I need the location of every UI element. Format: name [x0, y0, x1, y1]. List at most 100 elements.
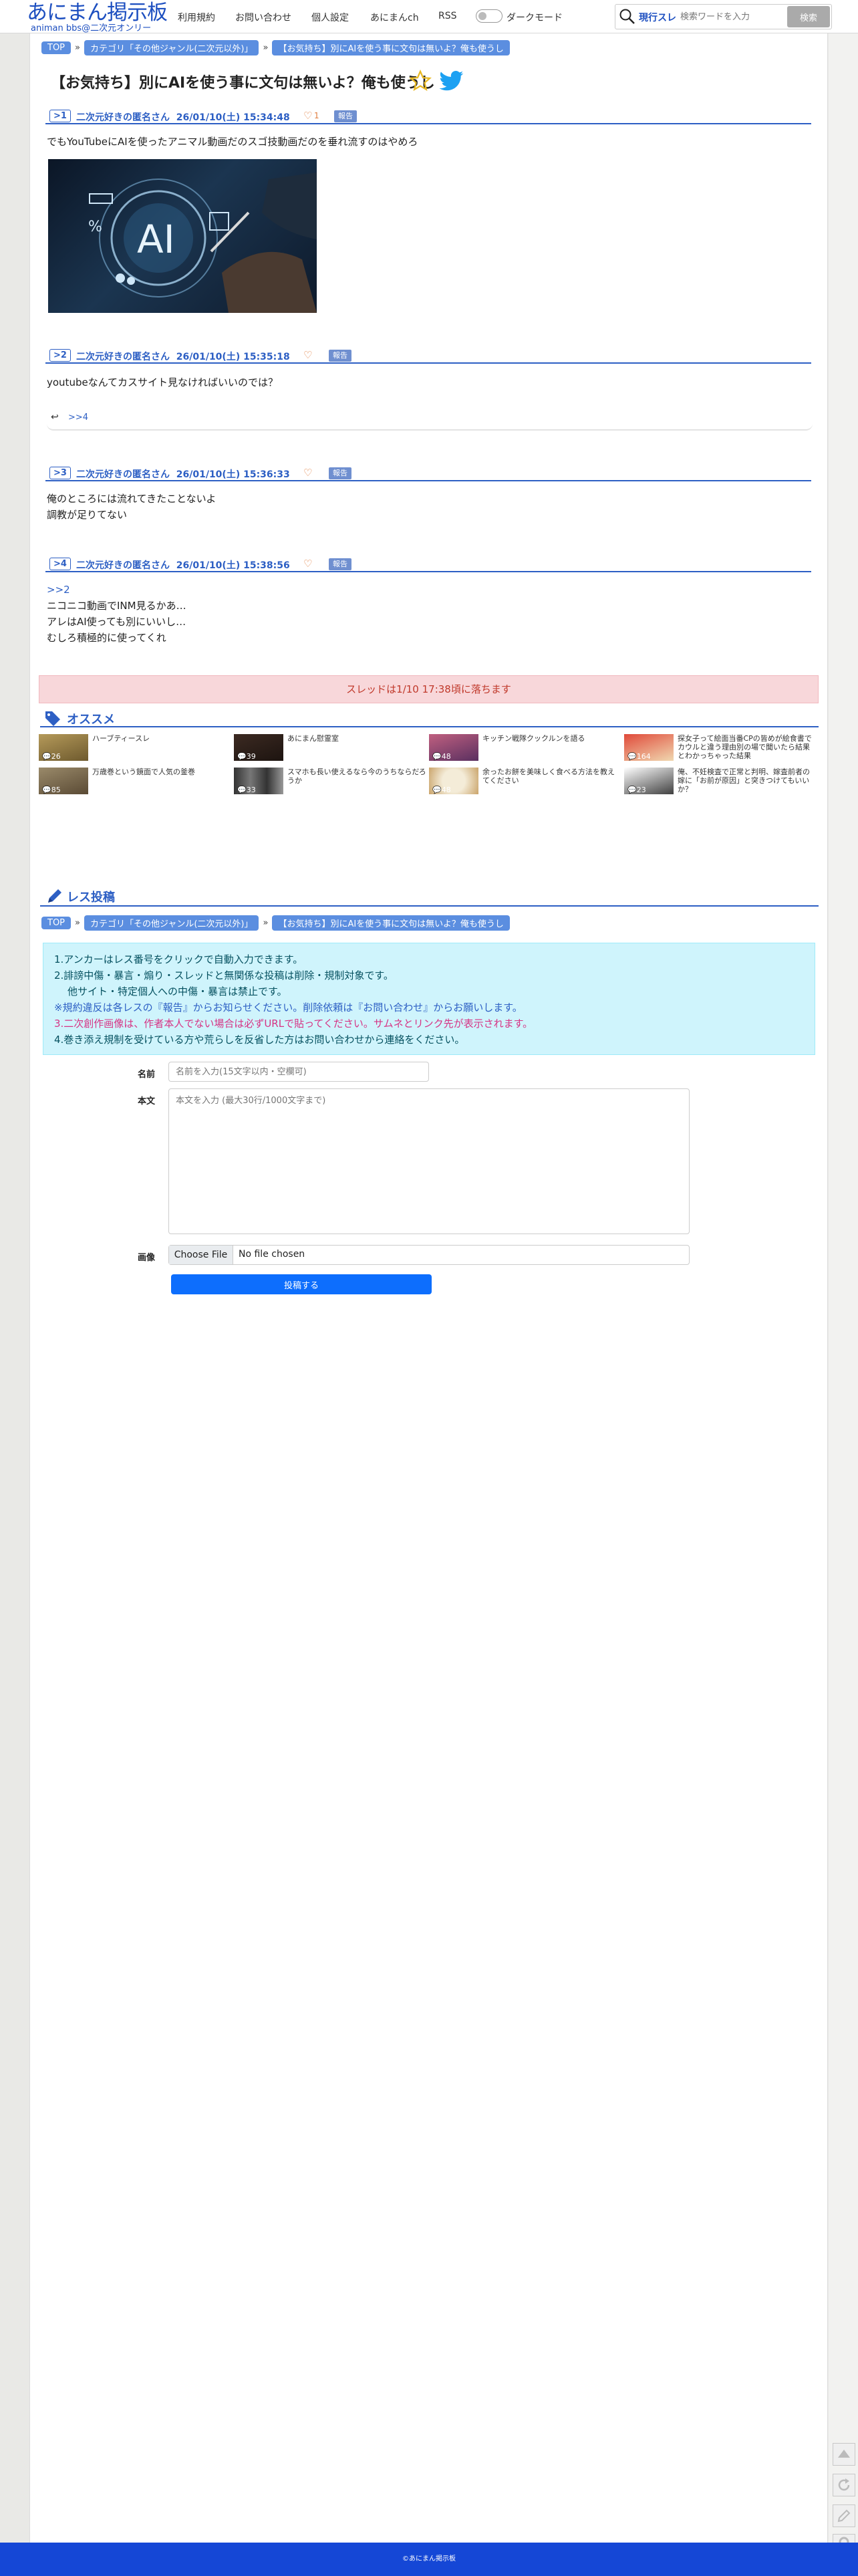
nav-rss[interactable]: RSS: [438, 11, 457, 21]
comment-count: 💬39: [237, 752, 256, 761]
recommend-item[interactable]: 💬39 あにまん慰霊室: [234, 734, 428, 761]
submit-post-button[interactable]: 投稿する: [171, 1274, 432, 1294]
report-button[interactable]: 報告: [334, 110, 357, 122]
thread-title-row: 【お気持ち】別にAIを使う事に文句は無いよ？俺も使うし: [51, 71, 435, 92]
site-header: あにまん掲示板 animan bbs@二次元オンリー 利用規約 お問い合わせ 個…: [0, 0, 858, 33]
comment-count: 💬26: [42, 752, 61, 761]
pencil-icon: [48, 889, 61, 903]
image-file-input[interactable]: Choose File No file chosen: [168, 1245, 690, 1265]
post-name-date: 二次元好きの匿名さん 26/01/10(土) 15:34:48: [76, 112, 290, 123]
recommend-item[interactable]: 💬48 キッチン戦隊クックルンを語る: [429, 734, 623, 761]
logo-sub: animan bbs@二次元オンリー: [31, 23, 152, 33]
recommend-item[interactable]: 💬23 俺、不妊検査で正常と判明、嫁査前者の嫁に「お前が原因」と突きつけてもいい…: [624, 768, 818, 794]
name-input[interactable]: [168, 1062, 429, 1082]
rule-line: 1.アンカーはレス番号をクリックで自動入力できます。: [54, 953, 303, 965]
search-input[interactable]: [680, 7, 784, 27]
breadcrumb-sep: »: [263, 917, 269, 928]
recommend-item[interactable]: 💬164 探女子って絵面当番CPの皆めが絵食書でカウルと違う理由別の場で聞いたら…: [624, 734, 818, 761]
breadcrumb-category[interactable]: カテゴリ「その他ジャンル(二次元以外)」: [84, 915, 259, 931]
comment-count: 💬23: [627, 786, 646, 794]
recommend-title: オススメ: [67, 713, 115, 727]
post-line: アレはAI使っても別にいいし…: [47, 616, 186, 628]
heart-icon[interactable]: ♡: [303, 349, 312, 361]
toggle-knob: [478, 12, 486, 20]
comment-count: 💬33: [237, 786, 256, 794]
site-footer: ©あにまん掲示板: [0, 2543, 858, 2576]
breadcrumb-top[interactable]: TOP: [41, 916, 72, 929]
breadcrumb-thread[interactable]: 【お気持ち】別にAIを使う事に文句は無いよ？俺も使うし: [272, 39, 510, 55]
image-label: 画像: [138, 1253, 156, 1263]
rule-line-image: 3.二次創作画像は、作者本人でない場合は必ずURLで貼ってください。サムネとリン…: [54, 1018, 533, 1030]
reply-form-heading: レス投稿: [40, 884, 819, 907]
post-line: 俺のところには流れてきたことないよ: [47, 493, 217, 505]
name-label: 名前: [138, 1070, 156, 1080]
post-line: 調教が足りてない: [47, 509, 128, 521]
recommend-item-title: キッチン戦隊クックルンを語る: [482, 734, 585, 743]
breadcrumb-sep: »: [75, 917, 80, 928]
favorite-star-icon[interactable]: [409, 70, 432, 92]
logo-main: あにまん掲示板: [27, 1, 168, 25]
rule-line: 4.巻き添え規制を受けている方や荒らしを反省した方はお問い合わせから連絡をくださ…: [54, 1034, 465, 1046]
breadcrumb: TOP » カテゴリ「その他ジャンル(二次元以外)」 » 【お気持ち】別にAIを…: [41, 39, 510, 55]
comment-count: 💬85: [42, 786, 61, 794]
nav-animanch[interactable]: あにまんch: [370, 11, 419, 24]
post-header-2: >2 二次元好きの匿名さん 26/01/10(土) 15:35:18 ♡ 報告: [45, 349, 811, 364]
recommend-item-title: あにまん慰霊室: [287, 734, 339, 743]
post-number[interactable]: >4: [49, 558, 71, 570]
post-number[interactable]: >2: [49, 349, 71, 362]
recommend-item[interactable]: 💬26 ハーブティースレ: [39, 734, 233, 761]
reply-list: ↩ >>4: [47, 411, 813, 431]
search-button[interactable]: 検索: [787, 6, 830, 27]
reload-icon: [838, 2478, 850, 2491]
tag-icon: [45, 711, 60, 726]
write-button[interactable]: [833, 2504, 855, 2527]
post-name-date: 二次元好きの匿名さん 26/01/10(土) 15:36:33: [76, 469, 290, 480]
breadcrumb-category[interactable]: カテゴリ「その他ジャンル(二次元以外)」: [84, 39, 259, 55]
heart-icon[interactable]: ♡: [303, 110, 312, 122]
recommend-item[interactable]: 💬48 余ったお餅を美味しく食べる方法を教えてください: [429, 768, 623, 794]
comment-count: 💬48: [432, 752, 451, 761]
nav-settings[interactable]: 個人設定: [311, 11, 349, 24]
post-body-3: 俺のところには流れてきたことないよ 調教が足りてない: [47, 491, 216, 523]
report-button[interactable]: 報告: [329, 467, 351, 479]
post-number[interactable]: >3: [49, 467, 71, 479]
post-number[interactable]: >1: [49, 110, 71, 122]
svg-text:AI: AI: [137, 217, 175, 262]
site-logo[interactable]: あにまん掲示板 animan bbs@二次元オンリー: [27, 1, 168, 33]
nav-terms[interactable]: 利用規約: [178, 11, 215, 24]
heart-icon[interactable]: ♡: [303, 467, 312, 479]
arrow-up-icon: [838, 2450, 850, 2458]
recommend-item-title: スマホも長い使えるなら今のうちならだろうか: [287, 768, 426, 785]
rule-line: 他サイト・特定個人への中傷・暴言は禁止です。: [67, 985, 287, 998]
breadcrumb-top[interactable]: TOP: [41, 41, 72, 54]
post-header-3: >3 二次元好きの匿名さん 26/01/10(土) 15:36:33 ♡ 報告: [45, 467, 811, 481]
dark-mode-toggle[interactable]: [476, 9, 503, 23]
file-status: No file chosen: [239, 1249, 305, 1260]
report-button[interactable]: 報告: [329, 350, 351, 362]
reply-anchor-link[interactable]: >>4: [68, 413, 88, 423]
search-scope[interactable]: 現行スレ: [639, 11, 676, 24]
rule-line: 2.誹謗中傷・暴言・煽り・スレッドと無関係な投稿は削除・規制対象です。: [54, 969, 394, 981]
scroll-top-button[interactable]: [833, 2443, 855, 2466]
post-anchor-link[interactable]: >>2: [47, 582, 186, 598]
rule-line-report: ※規約違反は各レスの『報告』からお知らせください。削除依頼は『お問い合わせ』から…: [54, 1002, 523, 1014]
settings-button[interactable]: [833, 2534, 855, 2547]
choose-file-button[interactable]: Choose File: [169, 1246, 233, 1264]
body-textarea[interactable]: [168, 1088, 690, 1234]
report-button[interactable]: 報告: [329, 558, 351, 570]
post-line: youtubeなんてカスサイト見なければいいのでは？: [47, 376, 278, 388]
ai-illustration-icon: AI %: [88, 172, 317, 313]
recommend-item-title: 俺、不妊検査で正常と判明、嫁査前者の嫁に「お前が原因」と突きつけてもいいか？: [678, 768, 810, 794]
recommend-item-title: ハーブティースレ: [92, 734, 150, 743]
nav-contact[interactable]: お問い合わせ: [235, 11, 291, 24]
search-icon: [619, 9, 635, 24]
recommend-item[interactable]: 💬85 万歳巻という鏡面で人気の釜巻: [39, 768, 233, 794]
post-image-ai[interactable]: AI %: [48, 159, 317, 313]
recommend-item[interactable]: 💬33 スマホも長い使えるなら今のうちならだろうか: [234, 768, 428, 794]
heart-icon[interactable]: ♡: [303, 558, 312, 570]
breadcrumb-thread[interactable]: 【お気持ち】別にAIを使う事に文句は無いよ？俺も使うし: [272, 915, 510, 931]
reload-button[interactable]: [833, 2474, 855, 2496]
twitter-share-icon[interactable]: [440, 71, 464, 91]
post-header-1: >1 二次元好きの匿名さん 26/01/10(土) 15:34:48 ♡ 1 報…: [45, 110, 811, 124]
recommend-heading: オススメ: [40, 709, 819, 727]
